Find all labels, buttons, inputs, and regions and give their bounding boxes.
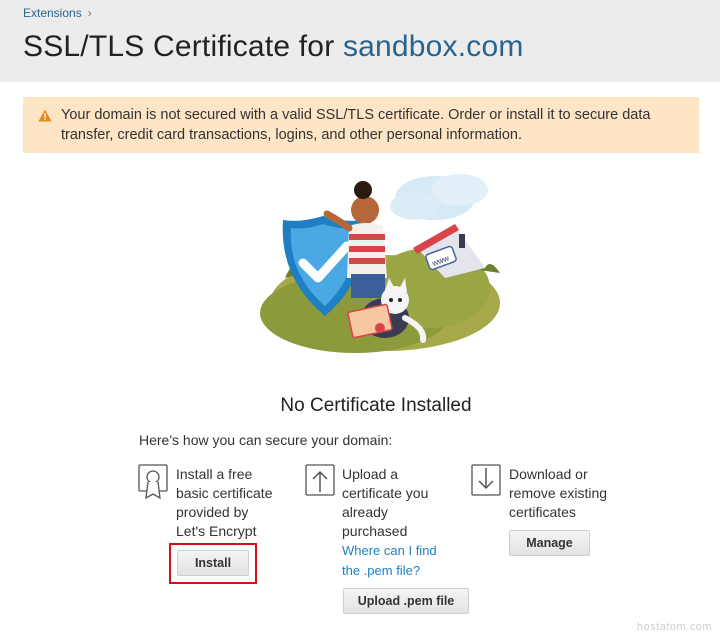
alert-text: Your domain is not secured with a valid … [61,107,651,143]
upload-icon [305,464,335,503]
page-title-prefix: SSL/TLS Certificate for [23,30,335,63]
download-icon [471,464,501,503]
warning-icon [38,108,52,128]
pem-file-help-link[interactable]: Where can I find the .pem file? [342,541,452,580]
manage-text-line: remove existing [509,485,608,501]
page-title-domain[interactable]: sandbox.com [343,30,524,63]
install-text-line: provided by [176,504,249,520]
upload-text-line: Upload a [342,466,399,482]
manage-text-line: certificates [509,504,576,520]
breadcrumb: Extensions › [23,6,92,20]
upload-text-line: purchased [342,523,408,539]
security-warning-alert: Your domain is not secured with a valid … [23,97,699,153]
upload-pem-button[interactable]: Upload .pem file [343,588,469,614]
install-text-line: basic certificate [176,485,273,501]
upload-text-line: already [342,504,388,520]
breadcrumb-extensions-link[interactable]: Extensions [23,6,82,20]
empty-state-subtitle: Here's how you can secure your domain: [139,432,393,448]
chevron-right-icon: › [87,6,92,20]
install-text-line: Install a free [176,466,253,482]
page-header: Extensions › SSL/TLS Certificate for san… [0,0,720,82]
manage-text-line: Download or [509,466,588,482]
manage-button[interactable]: Manage [509,530,590,556]
empty-state-title: No Certificate Installed [280,395,472,416]
pem-link-line[interactable]: Where can I find [342,541,452,561]
install-text-line: Let's Encrypt [176,523,257,539]
upload-text-line: certificate you [342,485,429,501]
security-illustration: www [255,168,515,358]
install-button-highlight [169,543,257,584]
certificate-badge-icon [138,464,168,505]
pem-link-line[interactable]: the .pem file? [342,561,452,581]
watermark: hostatom.com [636,621,712,633]
page-title: SSL/TLS Certificate for sandbox.com [23,30,524,64]
